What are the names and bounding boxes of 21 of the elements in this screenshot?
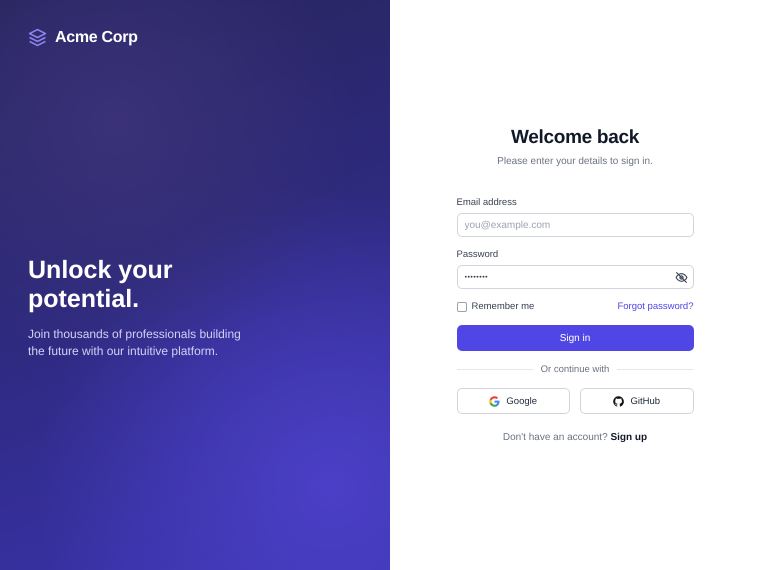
form-title: Welcome back — [510, 127, 640, 149]
sign-up-link[interactable]: Sign up — [610, 432, 648, 443]
social-login-button[interactable]: Google — [456, 388, 570, 414]
layers-icon — [28, 28, 47, 47]
github-icon — [613, 396, 624, 406]
hero-text: Join thousands of professionals building the future with our intuitive platform. — [28, 326, 242, 360]
google-icon — [489, 396, 500, 406]
forgot-password-link[interactable]: Forgot password? — [617, 301, 694, 312]
sign-in-button[interactable]: Sign in — [456, 325, 694, 351]
eye-off-icon[interactable] — [674, 270, 688, 284]
remember-checkbox[interactable] — [456, 302, 466, 312]
field-label: Email address — [456, 197, 518, 208]
social-login-button[interactable]: GitHub — [580, 388, 694, 414]
signup-prompt: Don't have an account? — [502, 432, 608, 443]
field-label: Password — [456, 249, 500, 260]
divider-text: Or continue with — [540, 364, 610, 375]
form-subtitle: Please enter your details to sign in. — [496, 156, 654, 167]
email-field[interactable]: you@example.com — [456, 213, 694, 237]
remember-label: Remember me — [472, 301, 534, 312]
headline: Unlock your potential. — [28, 256, 174, 314]
brand-name: Acme Corp — [55, 28, 138, 46]
